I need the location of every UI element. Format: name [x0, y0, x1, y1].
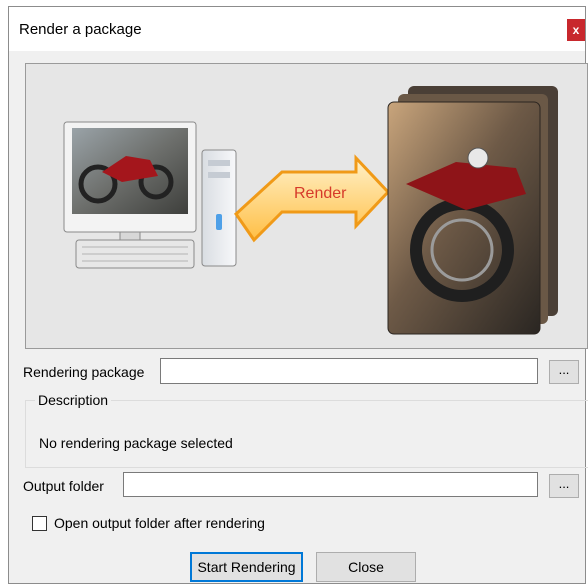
browse-package-button[interactable]: ... — [549, 360, 579, 384]
render-illustration: Render — [25, 63, 588, 349]
start-rendering-button[interactable]: Start Rendering — [190, 552, 303, 582]
illustration-canvas: Render — [63, 86, 558, 335]
rendering-package-input[interactable] — [160, 358, 538, 384]
output-folder-label: Output folder — [23, 478, 104, 494]
arrow-label: Render — [294, 185, 347, 202]
close-button[interactable]: Close — [316, 552, 416, 582]
dialog-title: Render a package — [19, 21, 142, 38]
title-bar: Render a package x — [9, 7, 585, 51]
open-after-checkbox[interactable] — [32, 516, 47, 531]
description-text: No rendering package selected — [39, 435, 233, 451]
close-icon[interactable]: x — [567, 19, 585, 41]
rendered-images-icon — [387, 86, 558, 335]
browse-output-button[interactable]: ... — [549, 474, 579, 498]
description-title: Description — [35, 392, 112, 408]
output-folder-input[interactable] — [123, 472, 538, 497]
render-arrow-icon: Render — [234, 154, 391, 243]
description-group: Description No rendering package selecte… — [25, 392, 588, 468]
open-after-label[interactable]: Open output folder after rendering — [54, 515, 265, 531]
dialog-window: Render a package x Render Rendering pack… — [8, 6, 588, 584]
rendering-package-label: Rendering package — [23, 364, 145, 380]
computer-icon — [63, 121, 237, 269]
